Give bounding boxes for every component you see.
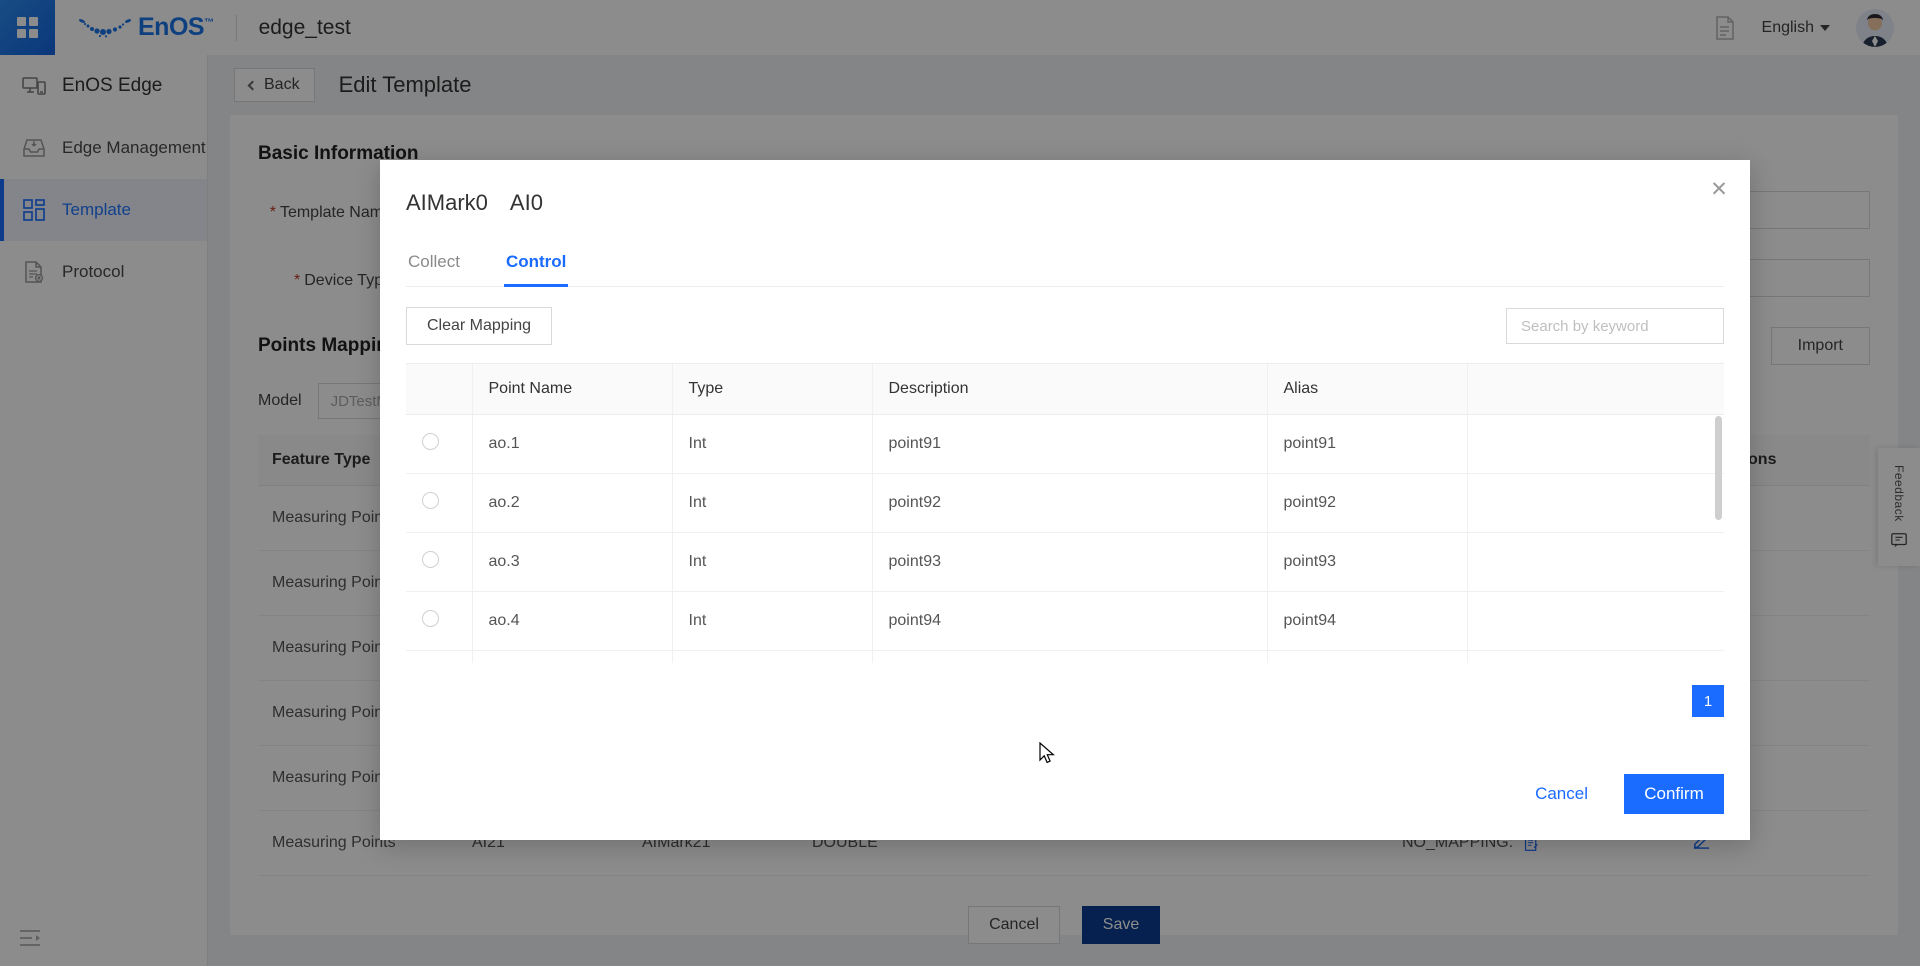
search-input[interactable] (1519, 317, 1722, 336)
modal-cancel-button[interactable]: Cancel (1521, 776, 1602, 812)
pagination-page-1[interactable]: 1 (1692, 685, 1724, 717)
cell-alias: point94 (1267, 592, 1467, 651)
points-table-body: ao.1 Int point91 point91 ao.2 Int point9… (406, 415, 1724, 664)
points-table-wrap: Point Name Type Description Alias ao.1 I… (406, 363, 1724, 663)
table-row[interactable]: ao.1 Int point91 point91 (406, 415, 1724, 474)
modal-confirm-button[interactable]: Confirm (1624, 774, 1724, 814)
pagination: 1 (380, 663, 1750, 717)
cell-alias: point92 (1267, 474, 1467, 533)
cell-select[interactable] (406, 415, 472, 474)
table-row[interactable]: ao.4 Int point94 point94 (406, 592, 1724, 651)
tab-control[interactable]: Control (504, 246, 568, 286)
table-row[interactable]: ao.3 Int point93 point93 (406, 533, 1724, 592)
cell-extra (1467, 651, 1724, 664)
cell-alias: point95 (1267, 651, 1467, 664)
cell-type: Int (672, 592, 872, 651)
table-row[interactable]: ao.2 Int point92 point92 (406, 474, 1724, 533)
cell-description: point95 (872, 651, 1267, 664)
cell-select[interactable] (406, 592, 472, 651)
modal-title-mark: AIMark0 (406, 190, 488, 216)
modal-toolbar: Clear Mapping (380, 287, 1750, 345)
col-select (406, 364, 472, 415)
row-radio[interactable] (422, 610, 439, 627)
cell-extra (1467, 592, 1724, 651)
col-point-name: Point Name (472, 364, 672, 415)
cell-extra (1467, 533, 1724, 592)
cell-point-name: ao.4 (472, 592, 672, 651)
row-radio[interactable] (422, 492, 439, 509)
cell-select[interactable] (406, 474, 472, 533)
cell-description: point92 (872, 474, 1267, 533)
cell-point-name: ao.3 (472, 533, 672, 592)
modal-footer: Cancel Confirm (1521, 774, 1724, 814)
table-scrollbar[interactable] (1715, 416, 1722, 520)
modal-title: AIMark0 AI0 (380, 160, 1750, 216)
modal-tabs: Collect Control (406, 246, 1724, 287)
app-root: EnOS™ edge_test English (0, 0, 1920, 966)
col-type: Type (672, 364, 872, 415)
cell-select[interactable] (406, 533, 472, 592)
row-radio[interactable] (422, 551, 439, 568)
cell-point-name: ao.2 (472, 474, 672, 533)
col-alias: Alias (1267, 364, 1467, 415)
row-radio[interactable] (422, 433, 439, 450)
modal-title-point: AI0 (510, 190, 543, 216)
point-mapping-modal: ✕ AIMark0 AI0 Collect Control Clear Mapp… (380, 160, 1750, 840)
tab-collect[interactable]: Collect (406, 246, 462, 286)
close-icon[interactable]: ✕ (1706, 176, 1732, 202)
cell-alias: point93 (1267, 533, 1467, 592)
cell-type: Int (672, 533, 872, 592)
points-table: Point Name Type Description Alias ao.1 I… (406, 364, 1724, 663)
clear-mapping-button[interactable]: Clear Mapping (406, 307, 552, 345)
cell-type: Int (672, 415, 872, 474)
col-description: Description (872, 364, 1267, 415)
cell-description: point94 (872, 592, 1267, 651)
cell-point-name: ao.1 (472, 415, 672, 474)
cell-description: point91 (872, 415, 1267, 474)
search-box[interactable] (1506, 308, 1724, 344)
cell-type: Int (672, 474, 872, 533)
cell-description: point93 (872, 533, 1267, 592)
points-table-header: Point Name Type Description Alias (406, 364, 1724, 415)
cell-point-name: ao.5 (472, 651, 672, 664)
cell-extra (1467, 415, 1724, 474)
table-row[interactable]: ao.5 Int point95 point95 (406, 651, 1724, 664)
cell-extra (1467, 474, 1724, 533)
cell-select[interactable] (406, 651, 472, 664)
cell-type: Int (672, 651, 872, 664)
cell-alias: point91 (1267, 415, 1467, 474)
col-extra (1467, 364, 1724, 415)
